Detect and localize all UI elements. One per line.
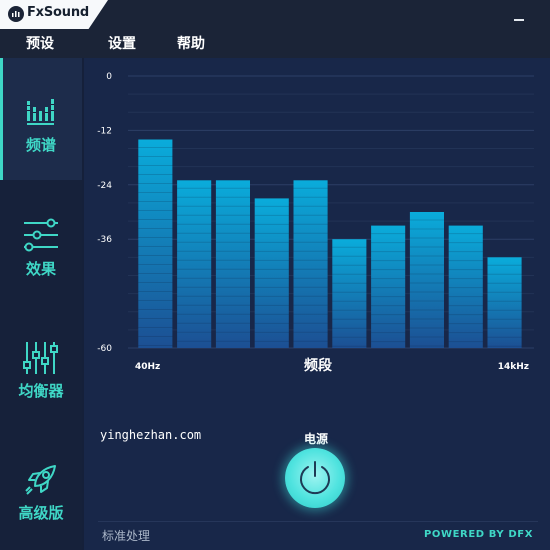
sidebar-item-equalizer[interactable]: 均衡器 xyxy=(0,302,82,424)
power-label: 电源 xyxy=(303,432,328,446)
title-bar: FxSound xyxy=(0,0,550,29)
spectrum-bar xyxy=(254,198,289,348)
sidebar-item-label: 高级版 xyxy=(18,504,64,522)
x-axis-title: 频段 xyxy=(304,357,332,374)
menu-help[interactable]: 帮助 xyxy=(177,33,205,53)
spectrum-bar xyxy=(332,239,367,348)
y-tick-label: -60 xyxy=(97,344,112,354)
watermark-text: yinghezhan.com xyxy=(100,428,202,442)
y-tick-label: -12 xyxy=(97,126,112,136)
sidebar: 频谱 效果 均衡器 高级版 xyxy=(0,58,82,550)
fxsound-window: FxSound 预设 设置 帮助 频谱 效果 均衡器 高级版 0 -12 -24… xyxy=(0,0,550,550)
y-tick-label: -24 xyxy=(97,181,112,191)
power-button[interactable] xyxy=(285,448,345,508)
logo: FxSound xyxy=(0,0,108,29)
sidebar-item-label: 频谱 xyxy=(25,136,56,154)
equalizer-icon xyxy=(23,342,58,374)
status-text: 标准处理 xyxy=(102,529,151,543)
spectrum-bar xyxy=(138,139,173,348)
rocket-icon xyxy=(25,465,56,495)
y-tick-label: 0 xyxy=(106,72,112,82)
x-end-label: 14kHz xyxy=(498,362,529,372)
spectrum-chart: 0 -12 -24 -36 -60 40Hz 14kHz 频段 xyxy=(97,72,534,374)
sidebar-item-effects[interactable]: 效果 xyxy=(0,180,82,302)
menu-presets[interactable]: 预设 xyxy=(26,33,54,53)
spectrum-bar xyxy=(487,257,522,348)
menu-settings[interactable]: 设置 xyxy=(108,33,136,53)
spectrum-icon xyxy=(27,99,54,125)
app-name: FxSound xyxy=(27,5,89,20)
spectrum-bar xyxy=(448,225,483,348)
sidebar-item-premium[interactable]: 高级版 xyxy=(0,424,82,546)
spectrum-bar xyxy=(371,225,406,348)
x-start-label: 40Hz xyxy=(135,362,160,372)
menu-bar: 预设 设置 帮助 xyxy=(0,29,550,58)
power-icon xyxy=(300,461,330,495)
sidebar-item-label: 效果 xyxy=(25,260,56,278)
sidebar-item-spectrum[interactable]: 频谱 xyxy=(0,58,82,180)
minimize-button[interactable] xyxy=(510,10,528,24)
y-tick-label: -36 xyxy=(97,235,112,245)
sliders-icon xyxy=(24,218,58,252)
footer-divider xyxy=(98,521,538,522)
minimize-icon xyxy=(514,19,524,21)
sidebar-item-label: 均衡器 xyxy=(18,382,64,400)
powered-by-text: POWERED BY DFX xyxy=(423,529,533,540)
logo-mark-icon xyxy=(8,6,24,22)
